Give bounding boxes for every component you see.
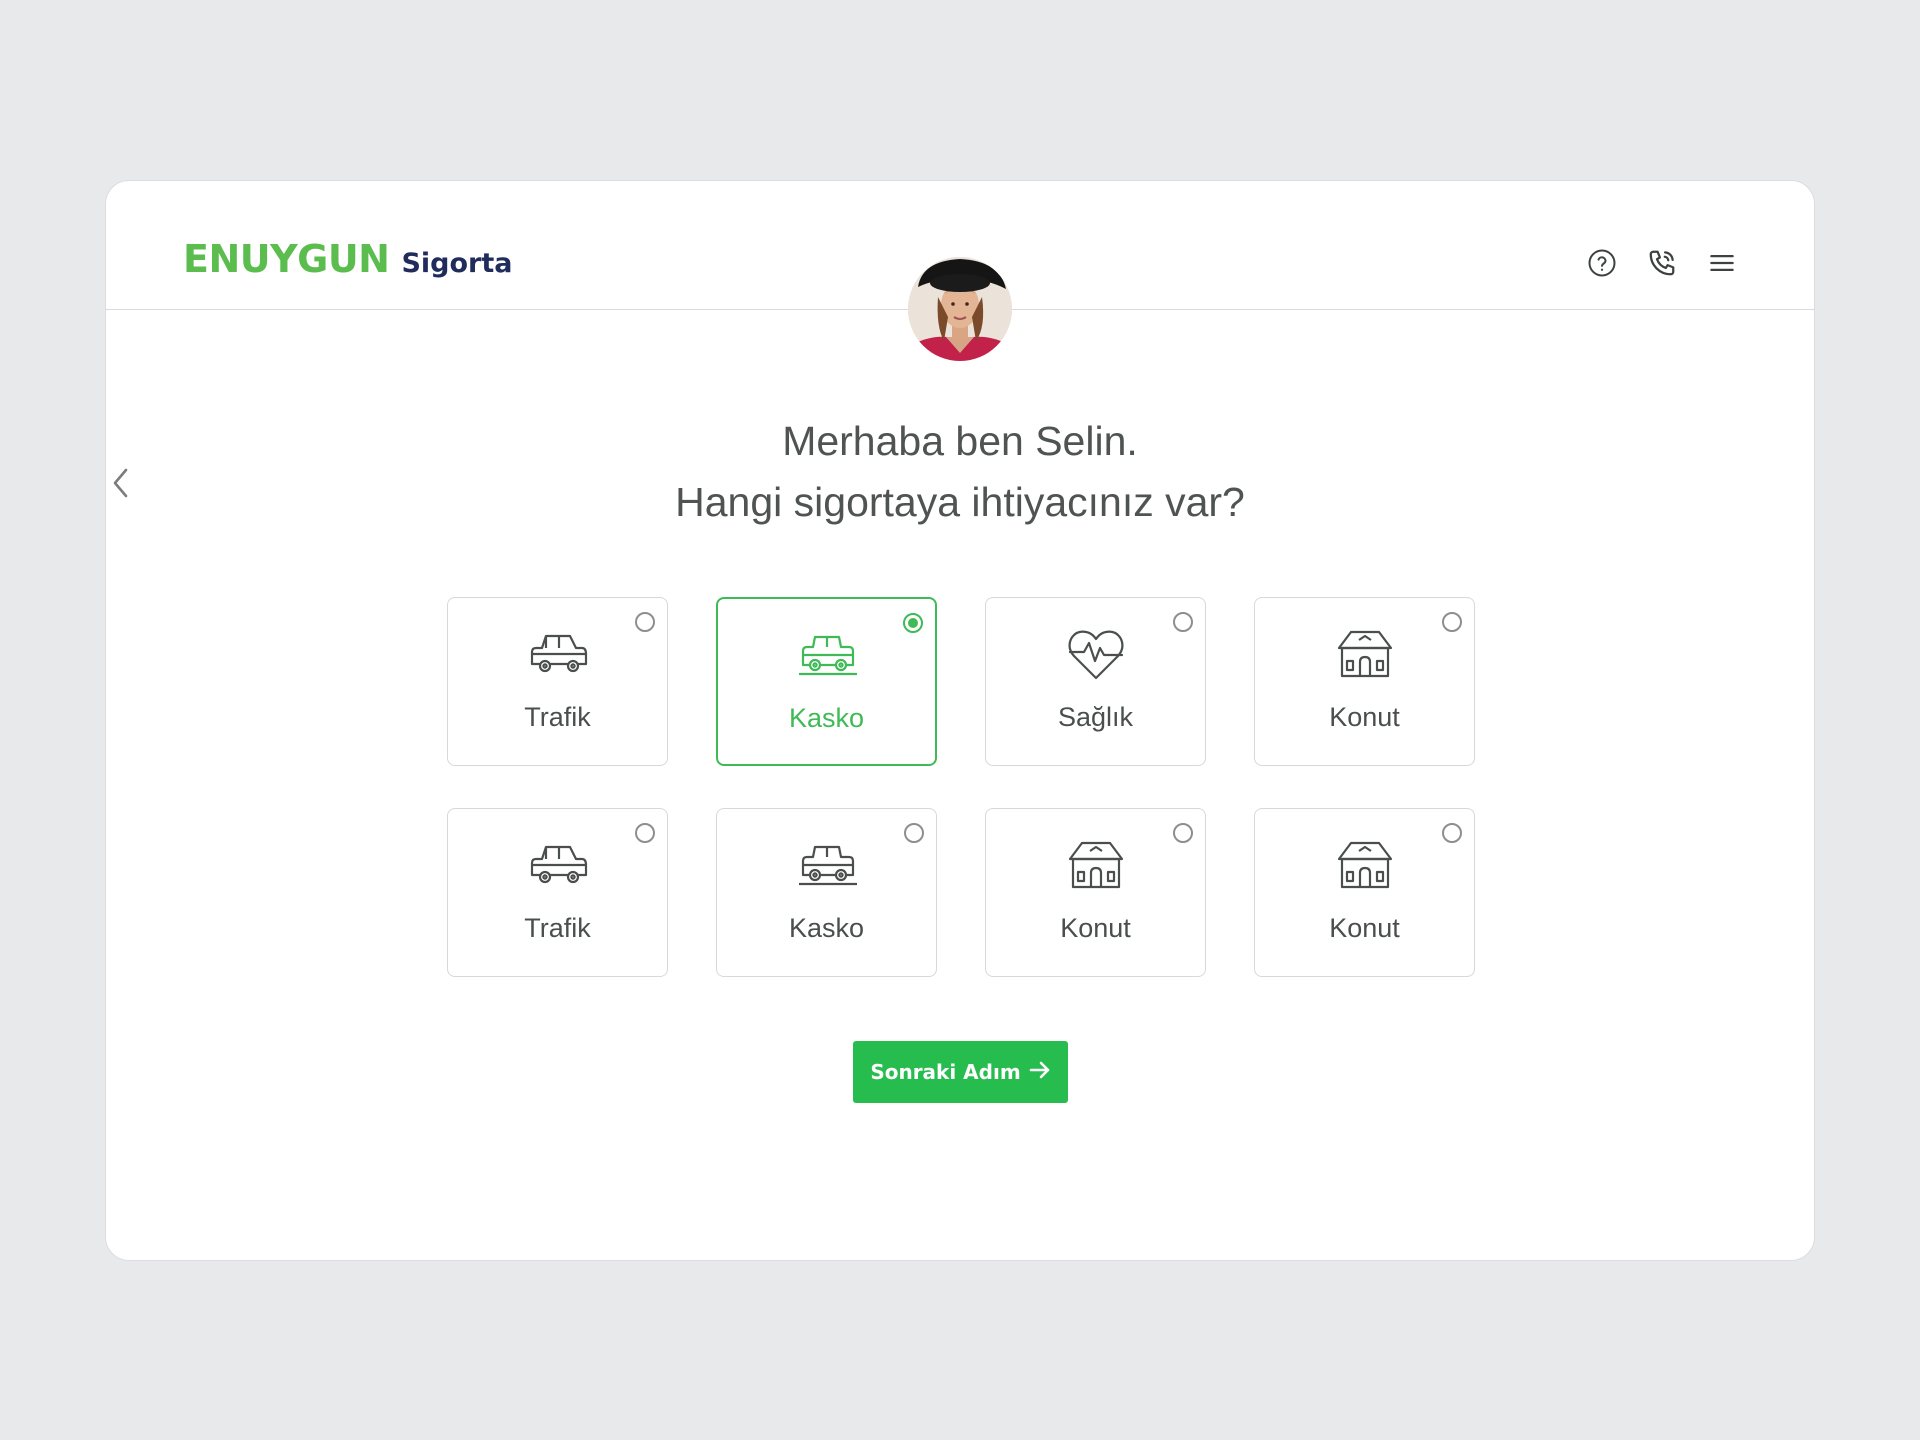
greeting-text: Merhaba ben Selin. Hangi sigortaya ihtiy…: [106, 411, 1814, 533]
radio-button-checked[interactable]: [903, 613, 923, 633]
radio-button[interactable]: [1442, 823, 1462, 843]
greeting-line-1: Merhaba ben Selin.: [782, 418, 1138, 464]
header-actions: [1586, 247, 1738, 279]
house-icon: [1333, 839, 1397, 891]
option-kasko[interactable]: Kasko: [716, 597, 937, 766]
radio-button[interactable]: [635, 823, 655, 843]
next-step-label: Sonraki Adım: [870, 1060, 1021, 1084]
help-circle-icon[interactable]: [1586, 247, 1618, 279]
hamburger-menu-icon[interactable]: [1706, 247, 1738, 279]
option-label: Kasko: [788, 913, 865, 943]
option-label: Sağlık: [1057, 702, 1134, 732]
option-label: Trafik: [524, 702, 591, 732]
arrow-right-icon: [1029, 1060, 1051, 1085]
greeting-line-2: Hangi sigortaya ihtiyacınız var?: [675, 479, 1245, 525]
brand-logo[interactable]: ENUYGUN Sigorta: [183, 237, 513, 281]
option-label: Kasko: [788, 703, 865, 733]
option-konut[interactable]: Konut: [1254, 597, 1475, 766]
main-card: ENUYGUN Sigorta Merhaba ben Selin. Hangi…: [105, 180, 1815, 1261]
car-icon: [526, 839, 590, 891]
radio-button[interactable]: [635, 612, 655, 632]
heart-pulse-icon: [1064, 628, 1128, 680]
option-trafik-2[interactable]: Trafik: [447, 808, 668, 977]
option-saglik[interactable]: Sağlık: [985, 597, 1206, 766]
radio-button[interactable]: [1173, 823, 1193, 843]
phone-call-icon[interactable]: [1646, 247, 1678, 279]
radio-button[interactable]: [904, 823, 924, 843]
option-trafik[interactable]: Trafik: [447, 597, 668, 766]
car-icon: [526, 628, 590, 680]
assistant-avatar: [908, 257, 1012, 361]
option-label: Konut: [1329, 702, 1400, 732]
house-icon: [1333, 628, 1397, 680]
radio-button[interactable]: [1442, 612, 1462, 632]
option-konut-2[interactable]: Konut: [985, 808, 1206, 977]
car-icon: [795, 839, 859, 891]
option-konut-3[interactable]: Konut: [1254, 808, 1475, 977]
next-step-button[interactable]: Sonraki Adım: [853, 1041, 1068, 1103]
option-kasko-2[interactable]: Kasko: [716, 808, 937, 977]
house-icon: [1064, 839, 1128, 891]
insurance-options: Trafik Kasko Sağlık Konut Trafik Kasko K…: [447, 597, 1475, 977]
radio-button[interactable]: [1173, 612, 1193, 632]
option-label: Trafik: [524, 913, 591, 943]
brand-name: ENUYGUN: [183, 237, 390, 281]
brand-product: Sigorta: [401, 248, 513, 279]
option-label: Konut: [1060, 913, 1131, 943]
car-icon: [795, 629, 859, 681]
option-label: Konut: [1329, 913, 1400, 943]
